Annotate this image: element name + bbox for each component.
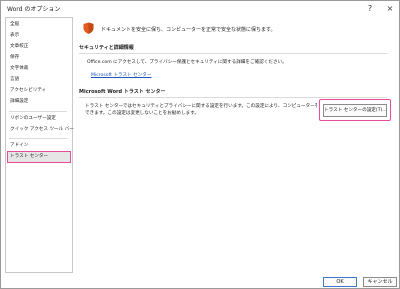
section-title-security: セキュリティと詳細情報 [79, 45, 134, 51]
sidebar-item-proofing[interactable]: 文章校正 [8, 42, 70, 52]
window-title: Word のオプション [7, 6, 61, 13]
sidebar-item-trust-center[interactable]: トラスト センター [7, 151, 71, 163]
help-icon[interactable]: ? [363, 2, 377, 15]
title-bar: Word のオプション ? × [1, 1, 399, 17]
sidebar-item-typography[interactable]: 文字体裁 [8, 64, 70, 74]
microsoft-trust-center-link[interactable]: Microsoft トラスト センター [91, 72, 151, 78]
security-description: Office.com にアクセスして、プライバシー保護とセキュリティに関する詳細… [87, 60, 287, 65]
shield-icon [83, 22, 94, 34]
sidebar-divider [9, 111, 67, 112]
sidebar-item-customize-ribbon[interactable]: リボンのユーザー設定 [8, 114, 70, 124]
section-divider [79, 97, 387, 98]
sidebar-item-display[interactable]: 表示 [8, 31, 70, 41]
options-dialog: Word のオプション ? × 全般 表示 文章校正 保存 文字体裁 言語 アク… [0, 0, 400, 289]
header-description: ドキュメントを安全に保ち、コンピューターを正常で安全な状態に保ちます。 [101, 27, 276, 33]
section-divider [79, 53, 387, 54]
sidebar-item-advanced[interactable]: 詳細設定 [8, 97, 70, 107]
close-icon[interactable]: × [383, 2, 397, 15]
trust-center-description-line2: できます。この設定は変更しないことをお勧めします。 [85, 111, 199, 116]
sidebar-item-save[interactable]: 保存 [8, 53, 70, 63]
sidebar-item-language[interactable]: 言語 [8, 75, 70, 85]
section-title-trust-center: Microsoft Word トラスト センター [79, 89, 166, 95]
trust-center-settings-button[interactable]: トラスト センターの設定(T)... [323, 104, 387, 117]
sidebar-item-quick-access-toolbar[interactable]: クイック アクセス ツール バー [8, 125, 74, 135]
sidebar-divider [9, 138, 67, 139]
sidebar-item-general[interactable]: 全般 [8, 20, 70, 30]
cancel-button[interactable]: キャンセル [363, 277, 397, 287]
main-content: ドキュメントを安全に保ち、コンピューターを正常で安全な状態に保ちます。 セキュリ… [73, 17, 391, 271]
sidebar: 全般 表示 文章校正 保存 文字体裁 言語 アクセシビリティ 詳細設定 リボンの… [5, 17, 74, 273]
sidebar-item-addins[interactable]: アドイン [8, 141, 70, 151]
trust-center-description-line1: トラスト センターではセキュリティとプライバシーに関する設定を行います。この設定… [85, 104, 317, 109]
sidebar-item-accessibility[interactable]: アクセシビリティ [8, 86, 70, 96]
ok-button[interactable]: OK [323, 277, 357, 287]
